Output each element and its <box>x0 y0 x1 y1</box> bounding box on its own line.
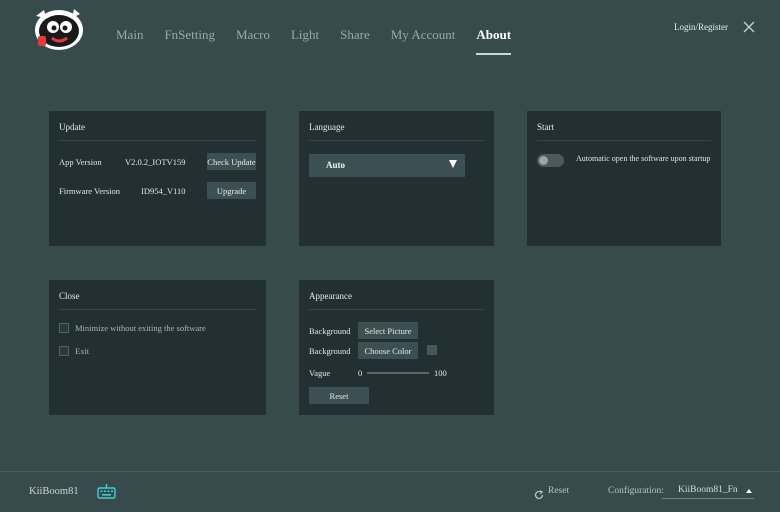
appearance-panel: Appearance Background Select Picture Bac… <box>299 280 494 415</box>
firmware-version-value: ID954_V110 <box>141 186 186 196</box>
language-title: Language <box>309 122 345 132</box>
language-panel: Language Auto <box>299 111 494 246</box>
configuration-select[interactable]: KiiBoom81_Fn <box>662 482 754 499</box>
exit-checkbox[interactable] <box>59 346 69 356</box>
divider <box>59 309 256 310</box>
app-version-label: App Version <box>59 157 102 167</box>
language-selected-value: Auto <box>326 160 346 170</box>
background-color-label: Background <box>309 346 351 356</box>
choose-color-button[interactable]: Choose Color <box>358 342 418 359</box>
appearance-title: Appearance <box>309 291 352 301</box>
toggle-knob <box>539 156 548 165</box>
upgrade-button[interactable]: Upgrade <box>207 182 256 199</box>
autostart-toggle[interactable] <box>537 154 564 167</box>
divider <box>309 140 484 141</box>
vague-slider[interactable] <box>367 372 429 374</box>
firmware-version-label: Firmware Version <box>59 186 120 196</box>
nav-tab-macro[interactable]: Macro <box>236 27 270 53</box>
vague-min-value: 0 <box>358 368 363 378</box>
keyboard-icon[interactable] <box>97 483 116 499</box>
exit-label: Exit <box>75 346 90 356</box>
reset-icon[interactable] <box>534 487 544 500</box>
appearance-reset-button[interactable]: Reset <box>309 387 369 404</box>
background-label: Background <box>309 326 351 336</box>
start-title: Start <box>537 122 554 132</box>
close-title: Close <box>59 291 80 301</box>
logo-mascot-icon <box>30 6 88 52</box>
select-picture-button[interactable]: Select Picture <box>358 322 418 339</box>
divider <box>537 140 711 141</box>
close-panel: Close Minimize without exiting the softw… <box>49 280 266 415</box>
divider <box>309 309 484 310</box>
main-nav: Main FnSetting Macro Light Share My Acco… <box>116 27 532 55</box>
update-title: Update <box>59 122 85 132</box>
vague-label: Vague <box>309 368 331 378</box>
chevron-up-icon <box>746 489 752 493</box>
start-panel: Start Automatic open the software upon s… <box>527 111 721 246</box>
vague-max-value: 100 <box>434 368 447 378</box>
nav-tab-fnsetting[interactable]: FnSetting <box>164 27 215 53</box>
nav-tab-share[interactable]: Share <box>340 27 370 53</box>
nav-tab-my-account[interactable]: My Account <box>391 27 456 53</box>
dropdown-arrow-icon <box>449 160 457 168</box>
device-name: KiiBoom81 <box>29 486 79 497</box>
configuration-value: KiiBoom81_Fn <box>678 485 738 495</box>
configuration-label: Configuration: <box>608 486 664 496</box>
footer-reset-button[interactable]: Reset <box>548 486 569 496</box>
update-panel: Update App Version V2.0.2_IOTV159 Check … <box>49 111 266 246</box>
minimize-label: Minimize without exiting the software <box>75 323 206 333</box>
check-update-button[interactable]: Check Update <box>207 153 256 170</box>
app-version-value: V2.0.2_IOTV159 <box>125 157 186 167</box>
footer: KiiBoom81 Reset Configuration: KiiBoom81… <box>0 471 780 512</box>
autostart-label: Automatic open the software upon startup <box>576 154 711 163</box>
minimize-checkbox[interactable] <box>59 323 69 333</box>
nav-tab-light[interactable]: Light <box>291 27 319 53</box>
divider <box>59 140 256 141</box>
nav-tab-main[interactable]: Main <box>116 27 143 53</box>
color-swatch[interactable] <box>427 345 437 355</box>
nav-tab-about[interactable]: About <box>476 27 511 55</box>
header: Main FnSetting Macro Light Share My Acco… <box>0 0 780 60</box>
language-select[interactable]: Auto <box>309 154 465 177</box>
login-register-link[interactable]: Login/Register <box>674 22 728 32</box>
close-icon[interactable] <box>742 20 756 34</box>
